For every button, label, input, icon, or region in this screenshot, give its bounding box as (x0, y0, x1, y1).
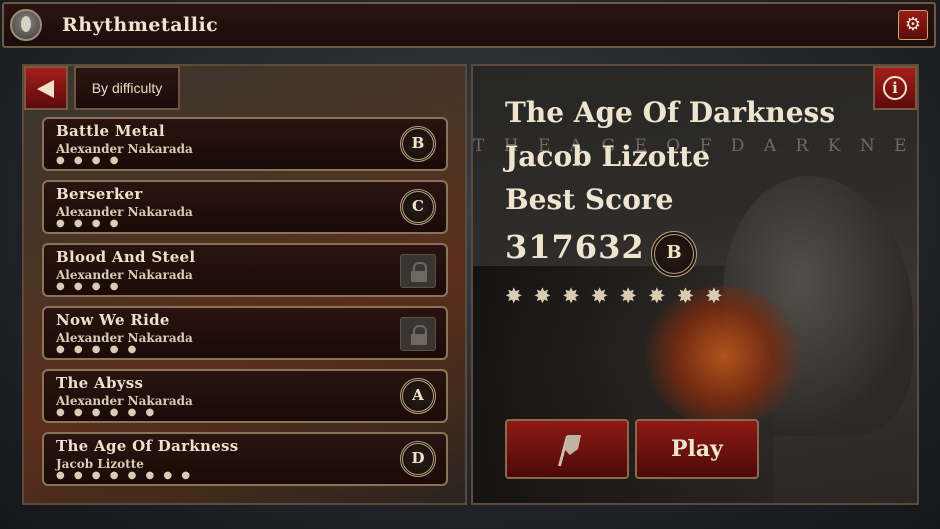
best-grade-badge: B (651, 231, 697, 277)
app-title: Rhythmetallic (62, 14, 219, 36)
difficulty-stars: ✸✸✸✸✸✸✸✸ (505, 284, 734, 308)
best-score-label: Best Score (505, 183, 674, 216)
song-name: The Age Of Darkness (56, 437, 239, 455)
info-button[interactable]: i (873, 66, 917, 110)
song-item-the-age-of-darkness[interactable]: The Age Of Darkness Jacob Lizotte ● ● ● … (42, 432, 448, 486)
best-score-value: 317632 (505, 228, 645, 266)
difficulty-stars: ● ● ● ● ● ● (56, 407, 158, 418)
song-name: Battle Metal (56, 122, 165, 140)
sort-by-difficulty-button[interactable]: By difficulty (74, 66, 180, 110)
song-name: The Abyss (56, 374, 144, 392)
gear-icon: ⚙ (904, 14, 922, 35)
grade-badge: A (400, 378, 436, 414)
song-artist: Alexander Nakarada (56, 142, 193, 156)
song-artist: Alexander Nakarada (56, 331, 193, 345)
song-artist: Alexander Nakarada (56, 394, 193, 408)
song-item-battle-metal[interactable]: Battle Metal Alexander Nakarada ● ● ● ● … (42, 117, 448, 171)
song-list-panel: By difficulty Battle Metal Alexander Nak… (22, 64, 467, 505)
grade-badge: B (400, 126, 436, 162)
song-name: Now We Ride (56, 311, 170, 329)
lock-icon (400, 254, 436, 288)
flag-button[interactable] (505, 419, 629, 479)
settings-button[interactable]: ⚙ (898, 10, 928, 40)
lock-icon (400, 317, 436, 351)
back-button[interactable] (24, 66, 68, 110)
song-item-blood-and-steel[interactable]: Blood And Steel Alexander Nakarada ● ● ●… (42, 243, 448, 297)
difficulty-stars: ● ● ● ● ● (56, 344, 140, 355)
difficulty-stars: ● ● ● ● (56, 218, 122, 229)
song-name: Blood And Steel (56, 248, 196, 266)
song-detail-panel: T H E A G E O F D A R K N E S S i The Ag… (471, 64, 919, 505)
back-arrow-icon (37, 80, 54, 98)
difficulty-stars: ● ● ● ● ● ● ● ● (56, 470, 194, 481)
song-item-now-we-ride[interactable]: Now We Ride Alexander Nakarada ● ● ● ● ● (42, 306, 448, 360)
song-artist: Jacob Lizotte (56, 457, 144, 471)
song-name: Berserker (56, 185, 143, 203)
grade-badge: D (400, 441, 436, 477)
song-item-the-abyss[interactable]: The Abyss Alexander Nakarada ● ● ● ● ● ●… (42, 369, 448, 423)
selected-song-title: The Age Of Darkness (505, 96, 836, 129)
selected-song-artist: Jacob Lizotte (505, 140, 711, 173)
avatar-icon[interactable] (10, 9, 42, 41)
song-item-berserker[interactable]: Berserker Alexander Nakarada ● ● ● ● C (42, 180, 448, 234)
difficulty-stars: ● ● ● ● (56, 155, 122, 166)
info-icon: i (883, 76, 907, 100)
top-bar: Rhythmetallic ⚙ (2, 2, 936, 48)
play-button[interactable]: Play (635, 419, 759, 479)
song-artist: Alexander Nakarada (56, 205, 193, 219)
difficulty-stars: ● ● ● ● (56, 281, 122, 292)
grade-badge: C (400, 189, 436, 225)
song-artist: Alexander Nakarada (56, 268, 193, 282)
